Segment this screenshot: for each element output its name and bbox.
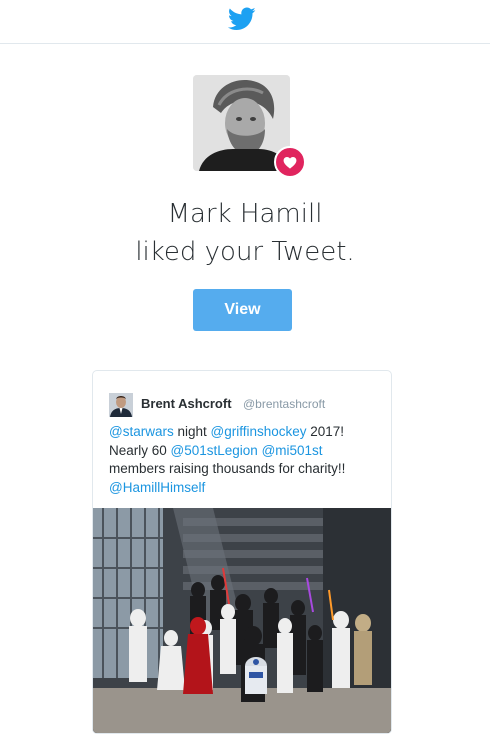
notification-action: liked your Tweet. [135, 237, 355, 267]
brent-ashcroft-avatar-icon [109, 393, 133, 417]
tweet-card[interactable]: Brent Ashcroft @brentashcroft @starwars … [92, 370, 392, 734]
mention-link[interactable]: @griffinshockey [211, 424, 307, 439]
top-bar [0, 0, 490, 44]
view-button[interactable]: View [193, 289, 292, 331]
author-handle[interactable]: @brentashcroft [243, 397, 325, 411]
mention-link[interactable]: @mi501st [262, 443, 323, 458]
tweet-text-part: night [173, 424, 211, 439]
twitter-bird-icon[interactable] [228, 7, 256, 31]
mention-link[interactable]: @starwars [109, 424, 174, 439]
author-name[interactable]: Brent Ashcroft [141, 396, 232, 411]
tweet-text: @starwars night @griffinshockey 2017! Ne… [109, 423, 379, 497]
author-avatar[interactable] [109, 393, 133, 417]
like-badge [274, 146, 306, 178]
heart-icon [283, 156, 297, 169]
star-wars-costume-group-photo [93, 508, 391, 733]
tweet-text-part: members raising thousands for charity!! [109, 461, 346, 476]
mention-link[interactable]: @HamillHimself [109, 480, 205, 495]
tweet-photo[interactable] [93, 508, 391, 733]
mention-link[interactable]: @501stLegion [171, 443, 258, 458]
liker-name: Mark Hamill [167, 199, 323, 229]
